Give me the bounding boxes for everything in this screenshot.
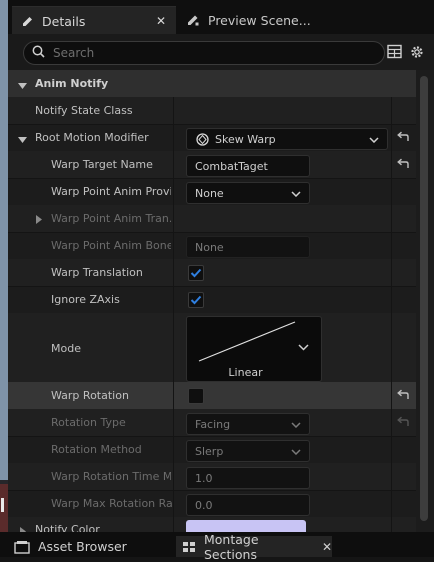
warp-point-anim-bone-value: None [195, 240, 224, 254]
category-anim-notify[interactable]: Anim Notify [8, 70, 416, 98]
rotation-method-label: Rotation Method [51, 443, 142, 456]
warp-rotation-time-multiplier-label: Warp Rotation Time M... [51, 470, 171, 483]
row-warp-point-anim-transform: Warp Point Anim Tran... [8, 205, 416, 233]
row-warp-point-anim-provider: Warp Point Anim Provi... None [8, 178, 416, 206]
rotation-type-dropdown[interactable]: Facing [186, 413, 310, 435]
tab-preview-scene-label: Preview Scene... [208, 12, 311, 28]
tab-preview-scene[interactable]: Preview Scene... [178, 6, 328, 34]
search-placeholder: Search [53, 46, 95, 60]
reset-arrow-icon[interactable] [396, 158, 410, 172]
warp-point-anim-bone-field[interactable]: None [186, 236, 310, 258]
row-root-motion-modifier: Root Motion Modifier Skew Warp [8, 124, 416, 152]
warp-rotation-label: Warp Rotation [51, 389, 129, 402]
row-rotation-method: Rotation Method Slerp [8, 436, 416, 464]
tab-details-label: Details [42, 13, 86, 29]
details-panel: Anim Notify Notify State Class Root Moti… [8, 70, 416, 532]
pencil-icon [20, 14, 34, 28]
row-mode: Mode Linear [8, 313, 416, 386]
tab-montage-sections-label: Montage Sections [204, 531, 259, 562]
row-warp-point-anim-bone: Warp Point Anim Bone... None [8, 232, 416, 260]
collapse-arrow-icon[interactable] [18, 134, 27, 143]
mode-value: Linear [228, 366, 263, 379]
tab-bar: Details ✕ Preview Scene... [8, 0, 434, 35]
tab-montage-sections[interactable]: Montage Sections ✕ [176, 532, 332, 562]
montage-sections-icon [182, 541, 196, 553]
rotation-method-dropdown[interactable]: Slerp [186, 440, 310, 462]
tab-asset-browser-label: Asset Browser [38, 539, 127, 554]
class-icon [196, 132, 209, 146]
search-bar: Search [8, 34, 434, 70]
row-warp-rotation-time-multiplier: Warp Rotation Time M... 1.0 [8, 463, 416, 491]
warp-max-rotation-rate-field[interactable]: 0.0 [186, 494, 310, 516]
warp-max-rotation-rate-label: Warp Max Rotation Rate [51, 497, 173, 510]
warp-translation-label: Warp Translation [51, 266, 143, 279]
chevron-down-icon [291, 445, 301, 458]
checkmark-icon [190, 268, 202, 278]
notify-state-class-label: Notify State Class [35, 104, 133, 117]
mode-curve-picker[interactable]: Linear [186, 316, 322, 382]
chevron-down-icon [291, 187, 301, 200]
gear-icon[interactable] [409, 44, 425, 60]
close-icon[interactable]: ✕ [322, 540, 332, 554]
ignore-zaxis-label: Ignore ZAxis [51, 293, 120, 306]
table-view-icon[interactable] [387, 44, 403, 60]
search-input[interactable]: Search [23, 41, 385, 65]
close-icon[interactable]: ✕ [156, 14, 166, 28]
row-warp-max-rotation-rate: Warp Max Rotation Rate 0.0 [8, 490, 416, 518]
root-motion-modifier-value: Skew Warp [215, 132, 276, 146]
tab-asset-browser[interactable]: Asset Browser [14, 536, 164, 557]
checkmark-icon [190, 295, 202, 305]
row-rotation-type: Rotation Type Facing [8, 409, 416, 437]
chevron-down-icon [291, 418, 301, 431]
collapse-arrow-icon[interactable] [18, 80, 27, 89]
warp-target-name-label: Warp Target Name [51, 158, 153, 171]
warp-point-anim-provider-dropdown[interactable]: None [186, 182, 310, 204]
asset-browser-icon [14, 540, 30, 554]
viewport-edge [0, 0, 8, 557]
row-warp-translation: Warp Translation [8, 259, 416, 287]
rotation-type-label: Rotation Type [51, 416, 126, 429]
warp-rotation-time-multiplier-value: 1.0 [195, 471, 213, 485]
row-warp-target-name: Warp Target Name CombatTaget [8, 151, 416, 179]
details-scrollbar[interactable] [416, 70, 434, 532]
warp-target-name-field[interactable]: CombatTaget [186, 155, 310, 177]
mode-label: Mode [51, 342, 81, 355]
category-label: Anim Notify [35, 77, 109, 90]
scrollbar-thumb[interactable] [420, 76, 428, 521]
search-icon [32, 45, 45, 61]
warp-point-anim-bone-label: Warp Point Anim Bone... [51, 239, 171, 252]
warp-rotation-checkbox[interactable] [188, 388, 204, 404]
warp-translation-checkbox[interactable] [188, 265, 204, 281]
preview-scene-icon [186, 13, 200, 27]
row-notify-state-class: Notify State Class [8, 97, 416, 125]
rotation-type-value: Facing [195, 417, 231, 431]
bottom-tab-bar: Asset Browser Montage Sections ✕ [0, 532, 434, 562]
reset-arrow-icon[interactable] [396, 416, 410, 430]
reset-arrow-icon[interactable] [396, 131, 410, 145]
warp-point-anim-provider-value: None [195, 186, 224, 200]
warp-max-rotation-rate-value: 0.0 [195, 498, 213, 512]
expand-arrow-icon[interactable] [36, 214, 44, 224]
root-motion-modifier-label: Root Motion Modifier [35, 131, 149, 144]
ignore-zaxis-checkbox[interactable] [188, 292, 204, 308]
tab-details[interactable]: Details ✕ [12, 6, 176, 35]
reset-arrow-icon[interactable] [396, 389, 410, 403]
notify-color-swatch[interactable] [186, 520, 306, 532]
rotation-method-value: Slerp [195, 444, 224, 458]
warp-rotation-time-multiplier-field[interactable]: 1.0 [186, 467, 310, 489]
notify-color-label: Notify Color [35, 523, 100, 532]
root-motion-modifier-dropdown[interactable]: Skew Warp [186, 128, 388, 150]
warp-point-anim-transform-label: Warp Point Anim Tran... [51, 212, 171, 225]
chevron-down-icon [369, 133, 379, 146]
warp-target-name-value: CombatTaget [195, 159, 268, 173]
row-warp-rotation: Warp Rotation [8, 382, 416, 410]
row-ignore-zaxis: Ignore ZAxis [8, 286, 416, 314]
warp-point-anim-provider-label: Warp Point Anim Provi... [51, 185, 171, 198]
row-notify-color: Notify Color [8, 517, 416, 532]
